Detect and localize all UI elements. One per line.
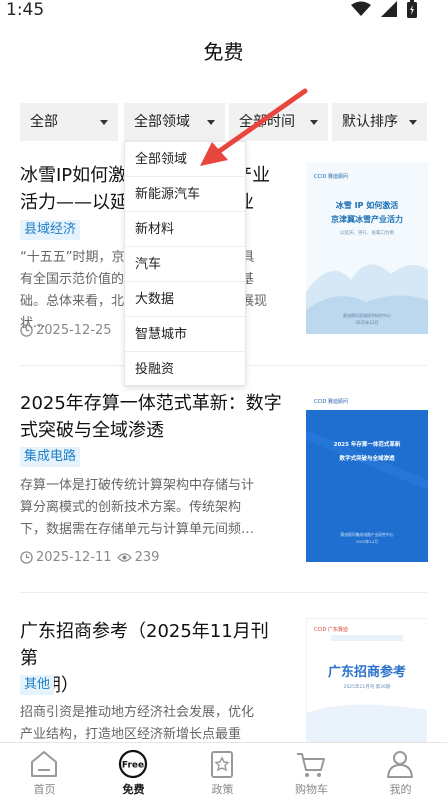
article-title-line: 式突破与全域渗透 [20,420,164,441]
filter-bar: 全部 全部领域 全部时间 默认排序 [20,103,447,141]
clock-icon [20,324,33,337]
article-title-line: 广东招商参考（2025年11月刊第 [20,621,269,669]
divider [20,592,427,593]
cover-org: 赛迪顾问集成电路产业研究中心 [340,532,393,537]
tab-profile-label: 我的 [389,783,412,796]
status-icons [351,0,417,18]
filter-time-label: 全部时间 [239,114,295,130]
cover-subtitle: 以延庆、崇礼、张家口为例 [340,229,394,236]
dropdown-item-big-data[interactable]: 大数据 [125,282,245,317]
cover-brand: CCID 赛迪顾问 [314,173,348,180]
article-title: 2025年存算一体范式革新：数字 式突破与全域渗透 [20,390,282,444]
cover-title-line: 2025 年存算一体范式革新 [334,440,401,448]
cover-brand: CCID 广东赛迪 [314,626,348,633]
status-bar: 1:45 [0,0,447,22]
dropdown-item-new-energy-vehicles[interactable]: 新能源汽车 [125,177,245,212]
page-title: 免费 [203,40,244,64]
tab-profile[interactable]: 我的 [356,743,445,798]
cover-date: 2025年12月 [356,539,378,544]
profile-icon [387,751,413,778]
article-summary: 存算一体是打破传统计算架构中存储与计 算分离模式的创新技术方案。传统架构 下，数… [20,475,280,541]
article-cover-image: CCID 赛迪顾问 冰雪 IP 如何激活 京津冀冰雪产业活力 以延庆、崇礼、张家… [306,162,428,334]
tab-free[interactable]: Free 免费 [89,743,178,798]
caret-down-icon [100,120,108,125]
article-tag: 县域经济 [20,220,81,240]
summary-line: 存算一体是打破传统计算架构中存储与计 [20,478,255,493]
article-date: 2025-12-25 [36,323,112,338]
dropdown-item-smart-city[interactable]: 智慧城市 [125,317,245,352]
cover-org: 赛迪顾问县域经济研究中心 [343,312,391,318]
article-meta: 2025-12-11 239 [20,550,159,565]
article-cover-image: CCID 广东赛迪 广东招商参考 2025年11月刊 第26期 [306,618,427,742]
battery-icon [407,0,417,18]
article-tag: 其他 [20,675,55,695]
filter-sort-label: 默认排序 [342,114,398,130]
cover-title-line: 数字式突破与全域渗透 [339,454,395,462]
article-date: 2025-12-11 [36,550,112,565]
home-icon [31,751,57,777]
summary-line: 算分离模式的创新技术方案。传统架构 [20,500,242,515]
tab-home[interactable]: 首页 [0,743,89,798]
article-summary: 招商引资是推动地方经济社会发展，优化 产业结构，打造地区经济新增长点最重 [20,702,280,742]
filter-time[interactable]: 全部时间 [229,103,328,141]
bottom-tab-bar: 首页 Free 免费 政策 购物车 我的 [0,742,447,798]
wifi-icon [351,1,371,16]
cart-icon [297,753,325,777]
free-icon: Free [118,749,148,779]
cover-title-line: 广东招商参考 [328,664,406,680]
caret-down-icon [409,120,417,125]
dropdown-item-all-fields[interactable]: 全部领域 [125,142,245,177]
summary-line: 招商引资是推动地方经济社会发展，优化 [20,705,255,720]
cover-title-line: 冰雪 IP 如何激活 [336,200,398,210]
article-card[interactable]: 广东招商参考（2025年11月刊第 26期） 其他 招商引资是推动地方经济社会发… [20,618,427,742]
tab-policy-label: 政策 [211,783,234,796]
tab-home-label: 首页 [33,783,56,796]
field-dropdown-menu: 全部领域 新能源汽车 新材料 汽车 大数据 智慧城市 投融资 [124,141,246,386]
article-meta: 2025-12-25 [20,323,112,338]
filter-field-label: 全部领域 [134,114,190,130]
cover-title-line: 京津冀冰雪产业活力 [331,214,403,224]
article-tag: 集成电路 [20,447,81,467]
article-title: 广东招商参考（2025年11月刊第 26期） [20,618,282,699]
dropdown-item-automobile[interactable]: 汽车 [125,247,245,282]
article-title-line: 2025年存算一体范式革新：数字 [20,393,282,414]
filter-category[interactable]: 全部 [20,103,118,141]
summary-line: 下，数据需在存储单元与计算单元间频… [20,522,255,537]
summary-line: 产业结构，打造地区经济新增长点最重 [20,727,242,742]
status-time: 1:45 [6,0,45,20]
free-badge-text: Free [122,761,144,771]
tab-cart[interactable]: 购物车 [267,743,356,798]
clock-icon [20,551,33,564]
tab-policy[interactable]: 政策 [178,743,267,798]
filter-category-label: 全部 [30,114,58,130]
cover-brand: CCID 赛迪顾问 [314,398,348,405]
cover-date: 2025年12月 [355,319,378,325]
article-cover-image: CCID 赛迪顾问 2025 年存算一体范式革新 数字式突破与全域渗透 赛迪顾问… [306,390,428,562]
article-title-line: 26期） [20,672,282,699]
caret-down-icon [310,120,318,125]
article-card[interactable]: 2025年存算一体范式革新：数字 式突破与全域渗透 集成电路 存算一体是打破传统… [20,390,428,570]
cover-subtitle: 2025年11月刊 第26期 [344,683,391,690]
tab-free-label: 免费 [122,783,145,796]
caret-down-icon [207,120,215,125]
filter-field[interactable]: 全部领域 [124,103,225,141]
dropdown-item-new-materials[interactable]: 新材料 [125,212,245,247]
signal-icon [381,1,397,17]
dropdown-item-investment[interactable]: 投融资 [125,352,245,387]
filter-sort[interactable]: 默认排序 [332,103,427,141]
tab-cart-label: 购物车 [295,783,328,796]
eye-icon [116,553,132,562]
policy-icon [211,751,233,778]
article-views: 239 [134,550,160,565]
